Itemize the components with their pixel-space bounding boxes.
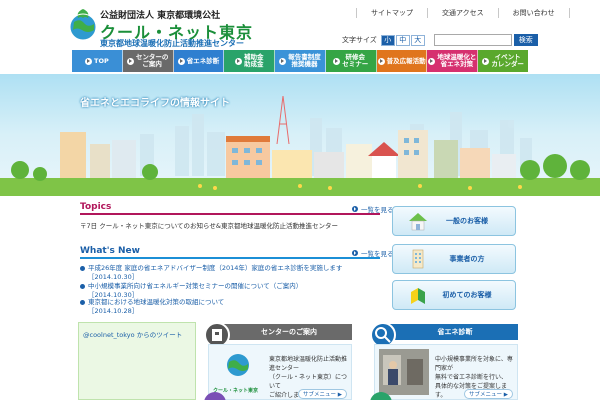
business-button[interactable]: 事業者の方 [392, 244, 516, 274]
first-time-button[interactable]: 初めてのお客様 [392, 280, 516, 310]
sitemap-link[interactable]: サイトマップ [356, 8, 427, 18]
global-nav: TOP センターの ご案内 省エネ診断 補助金 助成金 報告書制度 推奨機器 研… [72, 50, 529, 72]
nav-top[interactable]: TOP [72, 50, 123, 72]
search-button[interactable]: 検索 [513, 34, 538, 46]
arrow-icon [279, 57, 287, 65]
arrow-icon [482, 57, 490, 65]
office-building-icon [412, 249, 424, 269]
logo-org-name: 東京都地球温暖化防止活動推進センター [100, 39, 244, 48]
nav-label: 報告書制度 推奨機器 [288, 53, 321, 68]
news-item[interactable]: 東京都における地球温暖化対策の取組について ［2014.10.28］ [80, 298, 224, 316]
energy-diagnosis-submenu-button[interactable]: サブメニュー ▶ [464, 389, 513, 399]
arrow-right-icon [352, 206, 358, 212]
energy-diagnosis-body: 中小規模事業所を対象に、専門家が 無料で省エネ診断を行い、 具体的な対策をご提案… [374, 344, 518, 400]
utility-links: サイトマップ 交通アクセス お問い合わせ [356, 8, 570, 18]
site-header: 公益財団法人 東京都環境公社 クール・ネット東京 東京都地球温暖化防止活動推進セ… [0, 0, 600, 48]
nav-energy-diagnosis[interactable]: 省エネ診断 [173, 50, 225, 72]
bullet-icon [80, 284, 85, 289]
diagnosis-photo [379, 349, 429, 395]
news-heading: What's New [80, 246, 140, 256]
news-title[interactable]: 中小規模事業所向け省エネルギー対策セミナーの開催について（ご案内） [88, 282, 302, 291]
nav-report-system[interactable]: 報告書制度 推奨機器 [275, 50, 326, 72]
news-date: ［2014.10.30］ [88, 273, 139, 281]
access-link[interactable]: 交通アクセス [427, 8, 498, 18]
energy-diagnosis-header[interactable]: 省エネ診断 [378, 324, 518, 340]
description-line: 中小規模事業所を対象に、専門家が [435, 356, 513, 372]
energy-diagnosis-panel: 省エネ診断 中小規模事業所を対象に、専門家が 無料で省エネ診断を行い、 具体的な… [370, 322, 518, 400]
center-guide-body: クール・ネット東京 東京都地球温暖化防止活動推進センター （クール・ネット東京）… [208, 344, 352, 400]
arrow-icon [85, 57, 93, 65]
news-item[interactable]: 平成26年度 家庭の省エネアドバイザー制度（2014年）家庭の省エネ診断を実施し… [80, 264, 342, 282]
business-label: 事業者の方 [449, 255, 485, 263]
topics-divider [80, 213, 380, 215]
nav-subsidy[interactable]: 補助金 助成金 [224, 50, 276, 72]
arrow-icon [377, 57, 385, 65]
font-size-large-button[interactable]: 大 [410, 34, 425, 46]
general-customer-label: 一般のお客様 [446, 217, 488, 225]
nav-label: 普及広報活動 [386, 56, 426, 65]
center-guide-submenu-button[interactable]: サブメニュー ▶ [298, 389, 347, 399]
news-title[interactable]: 平成26年度 家庭の省エネアドバイザー制度（2014年）家庭の省エネ診断を実施し… [88, 264, 342, 273]
nav-center-guide[interactable]: センターの ご案内 [122, 50, 174, 72]
bullet-icon [80, 300, 85, 305]
description-line: 無料で省エネ診断を行い、 [435, 374, 508, 381]
arrow-icon [428, 57, 436, 65]
arrow-icon [126, 57, 134, 65]
nav-pr-activities[interactable]: 普及広報活動 [376, 50, 428, 72]
panel-title: センターのご案内 [261, 328, 317, 336]
font-size-small-button[interactable]: 小 [380, 34, 395, 46]
hero-banner: 省エネとエコライフの情報サイト [0, 74, 600, 196]
house-icon [409, 213, 427, 231]
beginner-mark-icon [411, 288, 425, 304]
panel-title: 省エネ診断 [437, 328, 473, 336]
news-divider [80, 257, 380, 259]
twitter-link[interactable]: @coolnet_tokyo からのツイート [83, 329, 182, 339]
nav-label: イベント カレンダー [491, 53, 524, 68]
font-size-medium-button[interactable]: 中 [395, 34, 410, 46]
search-input[interactable] [433, 34, 512, 46]
center-guide-panel: センターのご案内 クール・ネット東京 東京都地球温暖化防止活動推進センター （ク… [204, 322, 352, 400]
font-size-label: 文字サイズ [342, 36, 377, 44]
first-time-label: 初めてのお客様 [442, 291, 492, 299]
nav-global-warming[interactable]: 地球温暖化と 省エネ対策 [427, 50, 479, 72]
nav-label: センターの ご案内 [135, 53, 169, 68]
nav-label: 研修会 セミナー [342, 53, 369, 68]
font-size-controls: 文字サイズ 小 中 大 検索 [342, 34, 538, 46]
bullet-icon [80, 266, 85, 271]
nav-label: 補助金 助成金 [243, 53, 264, 68]
news-title[interactable]: 東京都における地球温暖化対策の取組について [88, 298, 224, 307]
arrow-icon [177, 57, 185, 65]
center-guide-header[interactable]: センターのご案内 [212, 324, 352, 340]
globe-logo-icon [69, 9, 97, 41]
arrow-icon [234, 57, 242, 65]
news-date: ［2014.10.28］ [88, 307, 139, 315]
coolnet-logo-icon [227, 354, 249, 376]
nav-label: 省エネ診断 [186, 56, 220, 65]
description-line: 東京都地球温暖化防止活動推進センター [269, 356, 348, 372]
nav-seminar[interactable]: 研修会 セミナー [325, 50, 377, 72]
arrow-right-icon [352, 250, 358, 256]
hero-title: 省エネとエコライフの情報サイト [80, 98, 230, 109]
contact-link[interactable]: お問い合わせ [497, 8, 570, 18]
general-customer-button[interactable]: 一般のお客様 [392, 206, 516, 236]
topic-item[interactable]: 〒7日 クール・ネット東京についてのお知らせ&東京都地球温暖化防止活動推進センタ… [80, 220, 338, 230]
twitter-timeline: @coolnet_tokyo からのツイート [78, 322, 196, 400]
nav-event-calendar[interactable]: イベント カレンダー [478, 50, 529, 72]
site-logo[interactable]: 公益財団法人 東京都環境公社 クール・ネット東京 東京都地球温暖化防止活動推進セ… [68, 6, 278, 48]
nav-label: 地球温暖化と 省エネ対策 [437, 53, 477, 68]
city-illustration [0, 95, 600, 196]
topics-heading: Topics [80, 202, 112, 212]
arrow-icon [333, 57, 341, 65]
nav-label: TOP [94, 56, 109, 65]
